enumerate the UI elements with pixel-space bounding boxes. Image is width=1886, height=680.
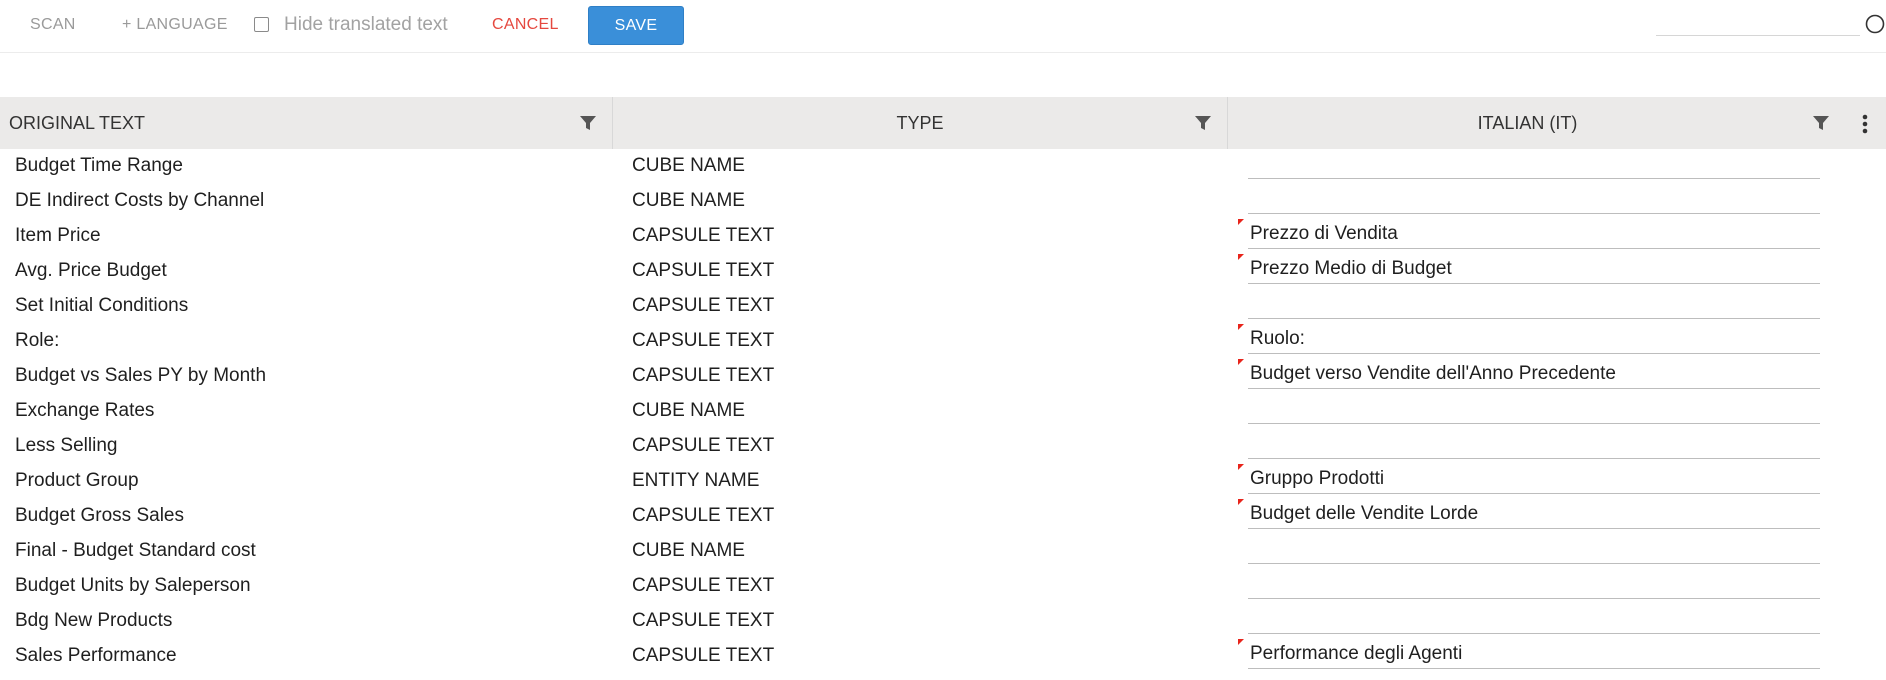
scan-button[interactable]: SCAN xyxy=(30,16,76,34)
original-text-cell: Exchange Rates xyxy=(15,400,155,421)
table-row: Item Price CAPSULE TEXT Prezzo di Vendit… xyxy=(0,219,1886,254)
cancel-button[interactable]: CANCEL xyxy=(492,16,559,34)
table-row: Sales Performance CAPSULE TEXT Performan… xyxy=(0,639,1886,674)
search-input[interactable] xyxy=(1656,35,1860,36)
original-text-cell: Bdg New Products xyxy=(15,610,173,631)
type-cell: CAPSULE TEXT xyxy=(632,435,775,456)
type-cell: CUBE NAME xyxy=(632,540,745,561)
italian-translation-field[interactable]: Gruppo Prodotti xyxy=(1248,464,1820,494)
type-cell: CAPSULE TEXT xyxy=(632,610,775,631)
italian-translation-field[interactable]: Ruolo: xyxy=(1248,324,1820,354)
type-cell: CAPSULE TEXT xyxy=(632,330,775,351)
table-row: DE Indirect Costs by Channel CUBE NAME xyxy=(0,184,1886,219)
table-row: Budget Units by Saleperson CAPSULE TEXT xyxy=(0,569,1886,604)
type-cell: CUBE NAME xyxy=(632,155,745,176)
original-text-cell: Product Group xyxy=(15,470,139,491)
italian-translation-text: Prezzo Medio di Budget xyxy=(1250,258,1452,279)
italian-translation-field[interactable] xyxy=(1248,569,1820,599)
italian-translation-field[interactable]: Budget verso Vendite dell'Anno Precedent… xyxy=(1248,359,1820,389)
italian-translation-field[interactable]: Performance degli Agenti xyxy=(1248,639,1820,669)
italian-translation-field[interactable]: Prezzo Medio di Budget xyxy=(1248,254,1820,284)
type-cell: ENTITY NAME xyxy=(632,470,760,491)
filter-icon[interactable] xyxy=(1194,115,1212,131)
table-row: Exchange Rates CUBE NAME xyxy=(0,394,1886,429)
filter-icon[interactable] xyxy=(579,115,597,131)
italian-translation-field[interactable] xyxy=(1248,149,1820,179)
original-text-cell: Role: xyxy=(15,330,60,351)
italian-translation-text: Performance degli Agenti xyxy=(1250,643,1463,664)
table-row: Role: CAPSULE TEXT Ruolo: xyxy=(0,324,1886,359)
type-cell: CAPSULE TEXT xyxy=(632,365,775,386)
italian-translation-field[interactable] xyxy=(1248,534,1820,564)
save-button[interactable]: SAVE xyxy=(588,6,684,45)
italian-translation-text: Prezzo di Vendita xyxy=(1250,223,1398,244)
column-header-original-text[interactable]: ORIGINAL TEXT xyxy=(0,97,612,149)
hide-translated-label[interactable]: Hide translated text xyxy=(284,14,448,36)
italian-translation-text: Ruolo: xyxy=(1250,328,1305,349)
modified-flag xyxy=(1238,499,1244,505)
italian-translation-field[interactable] xyxy=(1248,429,1820,459)
table-row: Set Initial Conditions CAPSULE TEXT xyxy=(0,289,1886,324)
original-text-cell: Budget Units by Saleperson xyxy=(15,575,251,596)
table-row: Avg. Price Budget CAPSULE TEXT Prezzo Me… xyxy=(0,254,1886,289)
original-text-cell: Set Initial Conditions xyxy=(15,295,189,316)
type-cell: CAPSULE TEXT xyxy=(632,505,775,526)
italian-translation-field[interactable]: Prezzo di Vendita xyxy=(1248,219,1820,249)
toolbar: SCAN + LANGUAGE Hide translated text CAN… xyxy=(0,0,1886,53)
search-icon[interactable] xyxy=(1865,14,1886,35)
original-text-cell: Budget Time Range xyxy=(15,155,183,176)
type-cell: CAPSULE TEXT xyxy=(632,295,775,316)
italian-translation-field[interactable] xyxy=(1248,394,1820,424)
modified-flag xyxy=(1238,219,1244,225)
italian-translation-field[interactable]: Budget delle Vendite Lorde xyxy=(1248,499,1820,529)
modified-flag xyxy=(1238,324,1244,330)
filter-icon[interactable] xyxy=(1812,115,1830,131)
original-text-cell: Budget Gross Sales xyxy=(15,505,184,526)
italian-translation-text: Budget delle Vendite Lorde xyxy=(1250,503,1479,524)
original-text-cell: Less Selling xyxy=(15,435,118,456)
type-cell: CUBE NAME xyxy=(632,400,745,421)
table-row: Less Selling CAPSULE TEXT xyxy=(0,429,1886,464)
table-row: Product Group ENTITY NAME Gruppo Prodott… xyxy=(0,464,1886,499)
table-row: Budget vs Sales PY by Month CAPSULE TEXT… xyxy=(0,359,1886,394)
original-text-cell: DE Indirect Costs by Channel xyxy=(15,190,265,211)
italian-translation-text: Budget verso Vendite dell'Anno Precedent… xyxy=(1250,363,1616,384)
type-cell: CAPSULE TEXT xyxy=(632,575,775,596)
modified-flag xyxy=(1238,254,1244,260)
type-cell: CAPSULE TEXT xyxy=(632,645,775,666)
type-cell: CAPSULE TEXT xyxy=(632,225,775,246)
table-row: Budget Time Range CUBE NAME xyxy=(0,149,1886,184)
italian-translation-text: Gruppo Prodotti xyxy=(1250,468,1385,489)
add-language-button[interactable]: + LANGUAGE xyxy=(122,16,228,34)
table-row: Final - Budget Standard cost CUBE NAME xyxy=(0,534,1886,569)
modified-flag xyxy=(1238,464,1244,470)
table-header: ORIGINAL TEXT TYPE ITALIAN (IT) xyxy=(0,97,1886,149)
original-text-cell: Budget vs Sales PY by Month xyxy=(15,365,267,386)
more-options-icon[interactable] xyxy=(1862,114,1868,134)
column-header-italian[interactable]: ITALIAN (IT) xyxy=(1227,97,1827,149)
hide-translated-checkbox[interactable] xyxy=(254,17,269,32)
column-header-type[interactable]: TYPE xyxy=(612,97,1227,149)
italian-translation-field[interactable] xyxy=(1248,184,1820,214)
table-row: Budget Gross Sales CAPSULE TEXT Budget d… xyxy=(0,499,1886,534)
original-text-cell: Avg. Price Budget xyxy=(15,260,167,281)
type-cell: CAPSULE TEXT xyxy=(632,260,775,281)
table-row: Bdg New Products CAPSULE TEXT xyxy=(0,604,1886,639)
modified-flag xyxy=(1238,639,1244,645)
original-text-cell: Final - Budget Standard cost xyxy=(15,540,256,561)
type-cell: CUBE NAME xyxy=(632,190,745,211)
italian-translation-field[interactable] xyxy=(1248,604,1820,634)
original-text-cell: Sales Performance xyxy=(15,645,177,666)
original-text-cell: Item Price xyxy=(15,225,101,246)
modified-flag xyxy=(1238,359,1244,365)
italian-translation-field[interactable] xyxy=(1248,289,1820,319)
